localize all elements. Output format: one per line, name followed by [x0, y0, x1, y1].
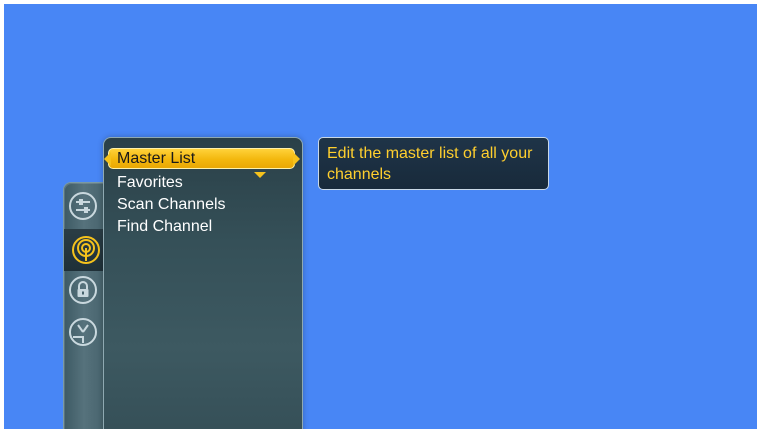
category-icon-rail — [63, 182, 108, 429]
settings-sliders-icon[interactable] — [68, 191, 98, 221]
scroll-down-arrow-icon — [254, 172, 266, 178]
menu-item-find-channel[interactable]: Find Channel — [117, 216, 226, 238]
channels-menu-panel: Master List Master List Favorites Scan C… — [103, 137, 303, 429]
tv-screen: Master List Master List Favorites Scan C… — [4, 4, 757, 429]
tv-antenna-icon[interactable] — [68, 317, 98, 347]
item-description-text: Edit the master list of all your channel… — [327, 145, 533, 183]
menu-item-favorites[interactable]: Favorites — [117, 172, 226, 194]
menu-list: Master List Favorites Scan Channels Find… — [117, 150, 226, 238]
scroll-right-arrow-icon — [293, 152, 300, 166]
menu-item-scan-channels[interactable]: Scan Channels — [117, 194, 226, 216]
lock-icon[interactable] — [68, 275, 98, 305]
antenna-signal-icon[interactable] — [64, 229, 108, 271]
scroll-left-arrow-icon — [104, 152, 111, 166]
item-description-box: Edit the master list of all your channel… — [318, 137, 549, 190]
